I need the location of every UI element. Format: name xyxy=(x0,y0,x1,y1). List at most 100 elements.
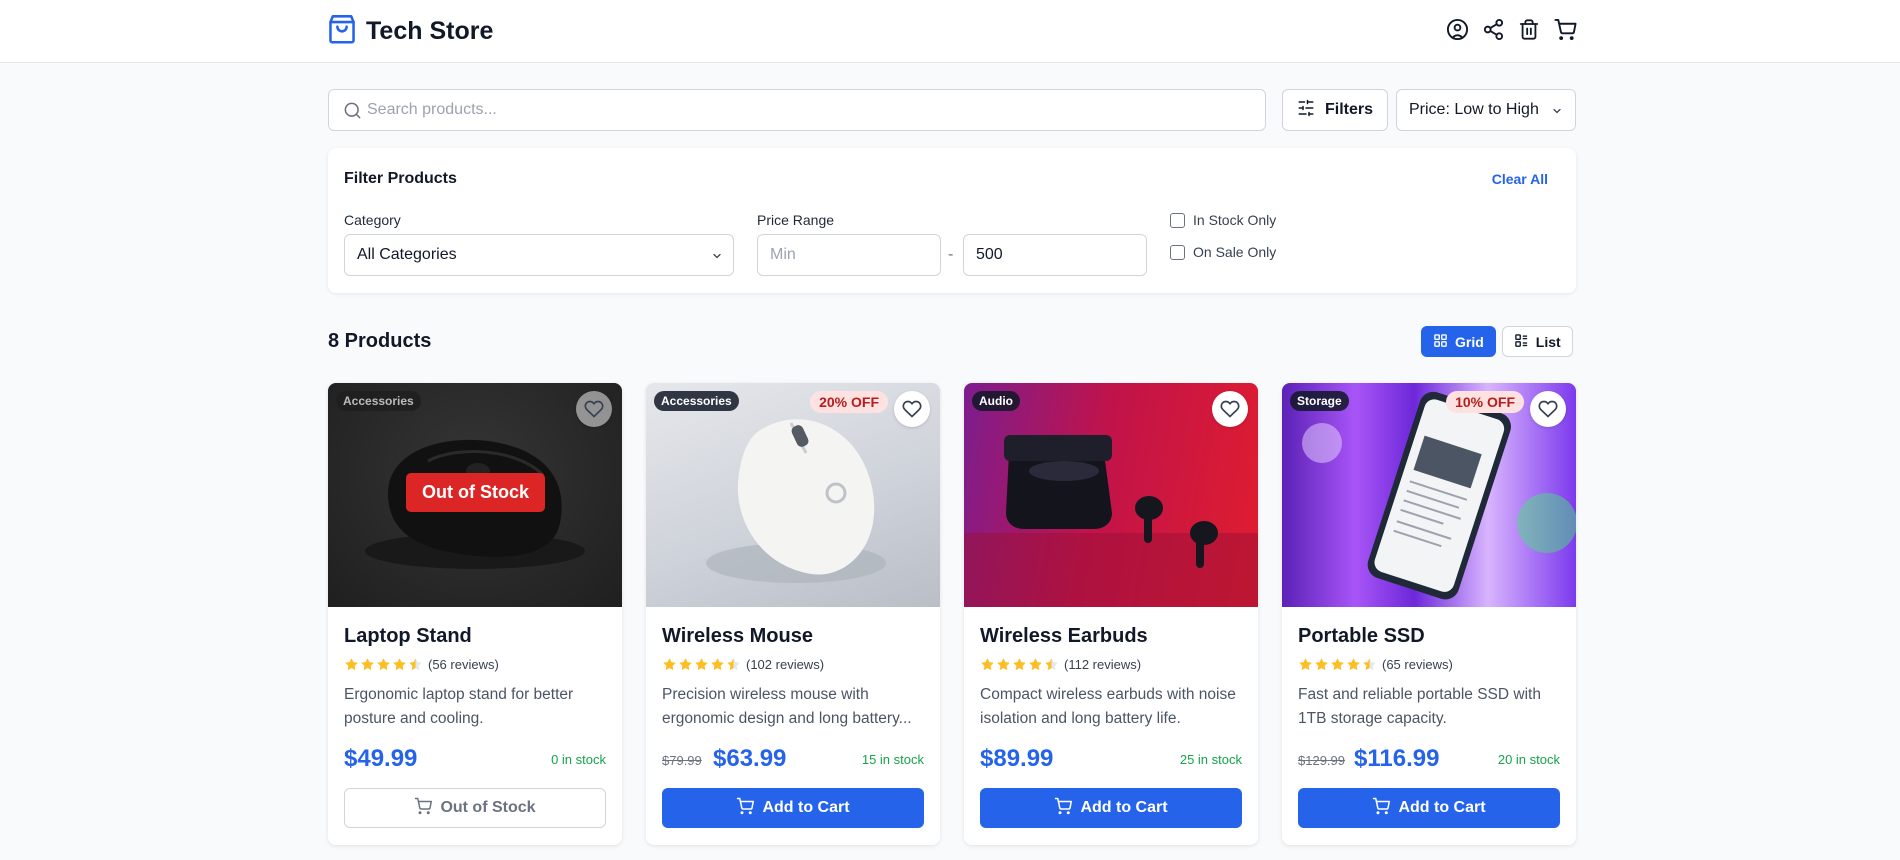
product-description: Fast and reliable portable SSD with 1TB … xyxy=(1298,686,1541,727)
star-icon xyxy=(1315,658,1328,671)
product-card[interactable]: Accessories Out of Stock Laptop Stand (5… xyxy=(328,383,622,845)
product-rating: (102 reviews) xyxy=(662,657,824,672)
in-stock-label: In Stock Only xyxy=(1193,212,1277,228)
category-badge: Accessories xyxy=(336,391,421,411)
product-name: Wireless Mouse xyxy=(662,625,813,647)
product-price: $63.99 xyxy=(713,745,787,772)
cart-button-label: Add to Cart xyxy=(1080,799,1168,816)
cart-icon[interactable] xyxy=(1553,17,1577,41)
category-label: Category xyxy=(344,212,401,228)
search-box xyxy=(328,89,1266,131)
product-description: Ergonomic laptop stand for better postur… xyxy=(344,686,574,727)
on-sale-checkbox[interactable] xyxy=(1170,244,1185,260)
chevron-down-icon xyxy=(1551,104,1563,122)
product-price: $49.99 xyxy=(344,745,418,772)
grid-icon xyxy=(1433,333,1448,351)
star-icon xyxy=(1045,658,1058,671)
star-icon xyxy=(1331,658,1344,671)
star-icon xyxy=(695,658,708,671)
product-name: Laptop Stand xyxy=(344,625,472,647)
category-badge: Storage xyxy=(1290,391,1349,411)
list-icon xyxy=(1514,333,1529,351)
cart-button-label: Add to Cart xyxy=(762,799,850,816)
product-rating: (65 reviews) xyxy=(1298,657,1453,672)
cart-icon xyxy=(736,797,755,820)
heart-icon[interactable] xyxy=(1212,391,1248,427)
add-to-cart-button[interactable]: Add to Cart xyxy=(980,788,1242,828)
sale-badge: 10% OFF xyxy=(1446,391,1524,413)
add-to-cart-button[interactable]: Add to Cart xyxy=(662,788,924,828)
star-icon xyxy=(361,658,374,671)
sale-badge: 20% OFF xyxy=(810,391,888,413)
search-input[interactable] xyxy=(367,90,1247,130)
heart-icon[interactable] xyxy=(1530,391,1566,427)
trash-icon[interactable] xyxy=(1517,17,1541,41)
product-count: 8 Products xyxy=(328,330,432,352)
price-min-input[interactable] xyxy=(757,234,941,276)
star-icon xyxy=(377,658,390,671)
review-count: (56 reviews) xyxy=(428,657,499,672)
cart-button-label: Out of Stock xyxy=(440,799,536,816)
star-icon xyxy=(1363,658,1376,671)
in-stock-only-option[interactable]: In Stock Only xyxy=(1170,212,1276,228)
star-icon xyxy=(1013,658,1026,671)
product-description: Precision wireless mouse with ergonomic … xyxy=(662,686,912,727)
rating-stars xyxy=(662,657,741,672)
star-icon xyxy=(997,658,1010,671)
price-max-input[interactable] xyxy=(963,234,1147,276)
filter-panel: Filter Products Clear All Category All C… xyxy=(328,148,1576,293)
product-card[interactable]: Audio Wireless Earbuds (112 reviews) Com… xyxy=(964,383,1258,845)
star-icon xyxy=(711,658,724,671)
cart-button-label: Add to Cart xyxy=(1398,799,1486,816)
product-rating: (56 reviews) xyxy=(344,657,499,672)
star-icon xyxy=(1029,658,1042,671)
product-price: $89.99 xyxy=(980,745,1054,772)
product-name: Portable SSD xyxy=(1298,625,1425,647)
original-price: $79.99 xyxy=(662,753,702,768)
star-icon xyxy=(663,658,676,671)
product-price: $116.99 xyxy=(1354,745,1440,772)
star-icon xyxy=(393,658,406,671)
out-of-stock-badge: Out of Stock xyxy=(406,473,545,512)
rating-stars xyxy=(344,657,423,672)
review-count: (112 reviews) xyxy=(1064,657,1142,672)
filter-panel-title: Filter Products xyxy=(344,170,457,187)
product-card[interactable]: Accessories 20% OFF Wireless Mouse (102 … xyxy=(646,383,940,845)
search-toolbar: Filters Price: Low to High xyxy=(328,89,1576,131)
view-toggle: Grid List xyxy=(1421,326,1573,357)
star-icon xyxy=(345,658,358,671)
add-to-cart-button[interactable]: Add to Cart xyxy=(1298,788,1560,828)
cart-icon xyxy=(1054,797,1073,820)
category-select[interactable]: All Categories xyxy=(344,234,734,276)
review-count: (65 reviews) xyxy=(1382,657,1453,672)
review-count: (102 reviews) xyxy=(746,657,825,672)
product-name: Wireless Earbuds xyxy=(980,625,1148,647)
category-badge: Audio xyxy=(972,391,1020,411)
product-card[interactable]: Storage 10% OFF Portable SSD (65 reviews… xyxy=(1282,383,1576,845)
heart-icon[interactable] xyxy=(576,391,612,427)
rating-stars xyxy=(980,657,1059,672)
stock-count: 15 in stock xyxy=(861,752,924,767)
sort-select[interactable]: Price: Low to High xyxy=(1396,89,1576,131)
price-range-label: Price Range xyxy=(757,212,835,228)
list-view-button[interactable]: List xyxy=(1501,326,1573,357)
heart-icon[interactable] xyxy=(894,391,930,427)
clear-all-link[interactable]: Clear All xyxy=(1492,171,1548,187)
price-separator: - xyxy=(948,246,954,263)
share-icon[interactable] xyxy=(1481,17,1505,41)
filters-button[interactable]: Filters xyxy=(1282,89,1388,131)
grid-view-button[interactable]: Grid xyxy=(1421,326,1496,357)
user-icon[interactable] xyxy=(1445,17,1469,41)
brand[interactable]: Tech Store xyxy=(328,14,493,49)
star-icon xyxy=(727,658,740,671)
chevron-down-icon xyxy=(711,249,723,267)
add-to-cart-button[interactable]: Out of Stock xyxy=(344,788,606,828)
stock-count: 25 in stock xyxy=(1179,752,1242,767)
category-value: All Categories xyxy=(357,246,457,263)
on-sale-only-option[interactable]: On Sale Only xyxy=(1170,244,1276,260)
cart-icon xyxy=(1372,797,1391,820)
in-stock-checkbox[interactable] xyxy=(1170,212,1185,228)
stock-count: 20 in stock xyxy=(1497,752,1560,767)
rating-stars xyxy=(1298,657,1377,672)
star-icon xyxy=(409,658,422,671)
